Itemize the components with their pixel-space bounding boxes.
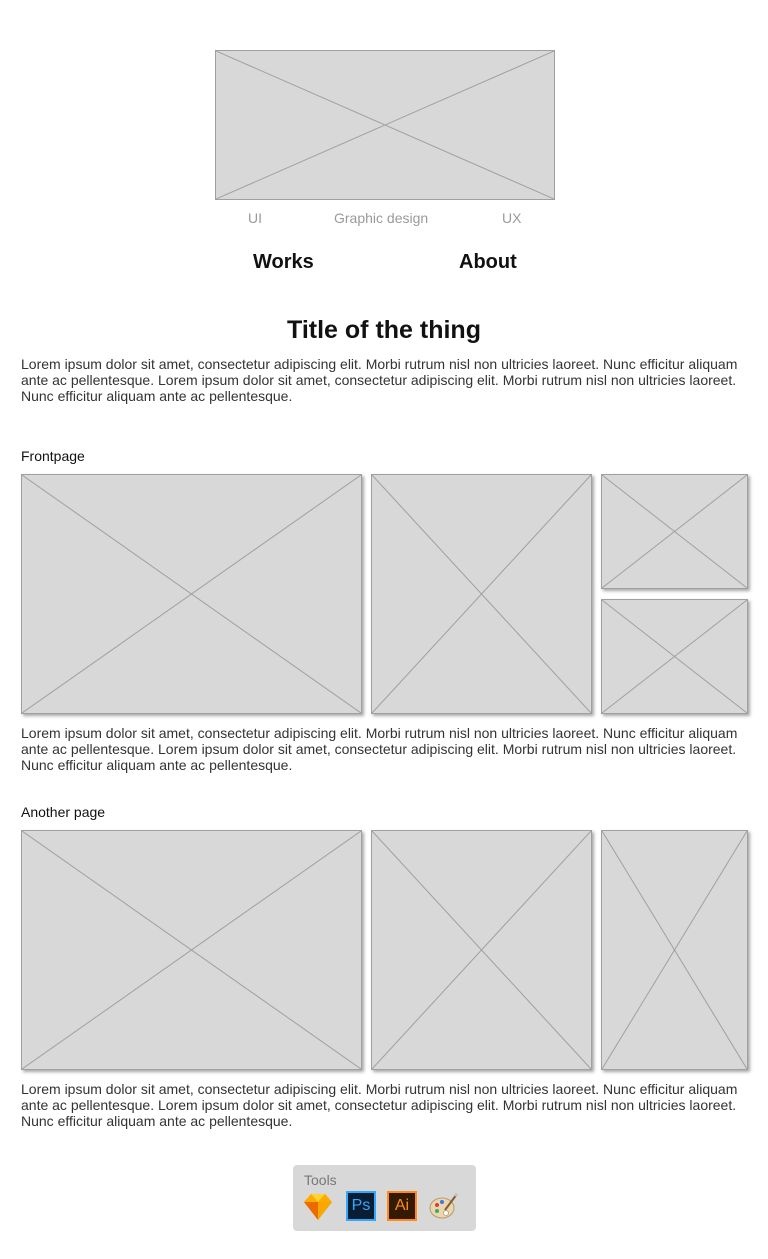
- frontpage-image-medium[interactable]: [371, 474, 592, 714]
- another-page-image-tall[interactable]: [601, 830, 748, 1070]
- tag-ux[interactable]: UX: [502, 210, 521, 226]
- paint-palette-icon: [429, 1191, 459, 1221]
- illustrator-icon-label: Ai: [387, 1191, 417, 1221]
- tag-graphic-design[interactable]: Graphic design: [334, 210, 428, 226]
- another-page-description: Lorem ipsum dolor sit amet, consectetur …: [21, 1081, 738, 1129]
- another-page-image-medium[interactable]: [371, 830, 592, 1070]
- frontpage-image-large[interactable]: [21, 474, 362, 714]
- another-page-image-large[interactable]: [21, 830, 362, 1070]
- section-label-another-page: Another page: [21, 804, 106, 820]
- tools-label: Tools: [304, 1172, 337, 1188]
- frontpage-image-small-bottom[interactable]: [601, 599, 748, 714]
- frontpage-image-small-top[interactable]: [601, 474, 748, 589]
- photoshop-icon-label: Ps: [346, 1191, 376, 1221]
- tools-panel: Tools Ps Ai: [293, 1165, 476, 1231]
- hero-image-placeholder: [215, 50, 555, 200]
- photoshop-icon: Ps: [346, 1191, 376, 1221]
- nav-works-link[interactable]: Works: [253, 251, 314, 274]
- nav-about-link[interactable]: About: [459, 251, 517, 274]
- illustrator-icon: Ai: [387, 1191, 417, 1221]
- intro-paragraph: Lorem ipsum dolor sit amet, consectetur …: [21, 356, 738, 404]
- sketch-icon: [303, 1191, 333, 1221]
- page-title: Title of the thing: [287, 316, 481, 344]
- section-label-frontpage: Frontpage: [21, 448, 85, 464]
- frontpage-description: Lorem ipsum dolor sit amet, consectetur …: [21, 725, 738, 773]
- tag-ui[interactable]: UI: [248, 210, 262, 226]
